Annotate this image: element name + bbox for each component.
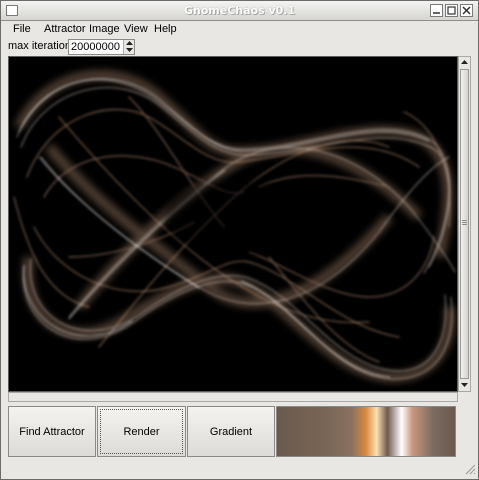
- iterations-input[interactable]: [69, 40, 124, 54]
- app-window: GnomeChaos v0.1 File Attractor Image Vie…: [0, 0, 479, 480]
- gradient-preview[interactable]: [276, 406, 456, 457]
- gradient-button[interactable]: Gradient: [187, 406, 275, 457]
- scroll-grip: [462, 224, 467, 225]
- scroll-grip: [462, 220, 467, 221]
- resize-grip-icon[interactable]: [464, 463, 476, 475]
- spin-down-icon[interactable]: [124, 47, 134, 54]
- menu-view[interactable]: View: [124, 23, 148, 35]
- menu-image[interactable]: Image: [89, 23, 120, 35]
- spin-up-icon[interactable]: [124, 40, 134, 47]
- maximize-icon[interactable]: [445, 4, 458, 17]
- render-label: Render: [123, 425, 160, 438]
- scroll-down-icon[interactable]: [459, 380, 470, 391]
- menu-attractor[interactable]: Attractor: [44, 23, 86, 35]
- spin-arrows: [123, 40, 134, 54]
- scroll-grip: [462, 222, 467, 223]
- window-title: GnomeChaos v0.1: [183, 4, 296, 17]
- horizontal-scrollbar[interactable]: [8, 392, 458, 402]
- attractor-image: [9, 57, 457, 391]
- menu-file[interactable]: File: [13, 23, 31, 35]
- find-attractor-button[interactable]: Find Attractor: [8, 406, 96, 457]
- attractor-canvas[interactable]: [8, 56, 458, 392]
- scroll-thumb[interactable]: [460, 69, 469, 379]
- find-attractor-label: Find Attractor: [19, 425, 85, 438]
- scroll-up-icon[interactable]: [459, 57, 470, 68]
- render-button[interactable]: Render: [97, 406, 186, 457]
- close-icon[interactable]: [460, 4, 473, 17]
- gradient-label: Gradient: [209, 425, 253, 438]
- iterations-spinbox[interactable]: [68, 39, 135, 55]
- vertical-scrollbar[interactable]: [458, 56, 471, 392]
- menu-bar: File Attractor Image View Help: [1, 21, 478, 39]
- iterations-toolbar: max iterations:: [1, 39, 478, 55]
- title-bar[interactable]: GnomeChaos v0.1: [1, 1, 478, 21]
- minimize-icon[interactable]: [430, 4, 443, 17]
- menu-help[interactable]: Help: [154, 23, 177, 35]
